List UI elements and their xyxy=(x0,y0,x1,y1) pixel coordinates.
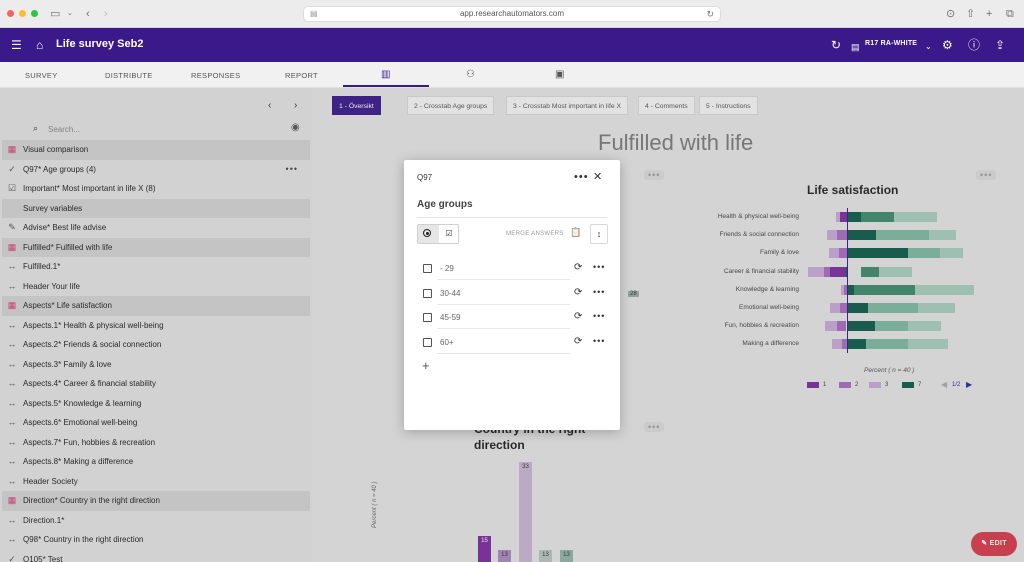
survey-title: Life survey Seb2 xyxy=(56,38,144,50)
help-icon[interactable]: ⓘ xyxy=(968,37,980,53)
browser-toolbar: ▭ ⌄ ‹ › ▤ app.researchautomators.com ↻ ⊙… xyxy=(0,0,1024,28)
back-arrow-icon[interactable]: ‹ xyxy=(86,7,90,21)
main-tabs: SURVEY DISTRIBUTE RESPONSES REPORT ▥ ⚇ ▣ xyxy=(0,62,1024,88)
input-underline xyxy=(437,303,570,305)
page-icon: ▤ xyxy=(310,9,318,18)
add-answer-button[interactable]: + xyxy=(422,358,430,373)
new-tab-icon[interactable]: + xyxy=(986,7,992,21)
input-underline xyxy=(437,279,570,280)
download-icon[interactable]: ⊙ xyxy=(946,7,955,21)
answer-input[interactable]: - 29 xyxy=(440,264,454,273)
sort-icon[interactable]: ↕ xyxy=(590,224,608,244)
forward-arrow-icon[interactable]: › xyxy=(104,7,108,21)
more-options-icon[interactable]: ••• xyxy=(593,287,605,297)
answer-input[interactable]: 45-59 xyxy=(440,313,460,322)
question-modal: Q97 ••• ✕ Age groups ☑ MERGE ANSWERS 📋 ↕… xyxy=(404,160,620,430)
tab-responses[interactable]: RESPONSES xyxy=(191,71,240,80)
report-selector[interactable]: R17 RA-WHITE xyxy=(865,40,917,47)
more-options-icon[interactable]: ••• xyxy=(574,171,589,183)
tab-survey[interactable]: SURVEY xyxy=(25,71,58,80)
chart-icon[interactable]: ▥ xyxy=(381,69,390,80)
address-bar[interactable]: ▤ app.researchautomators.com ↻ xyxy=(303,6,721,22)
multi-choice-button[interactable]: ☑ xyxy=(439,225,459,243)
tab-distribute[interactable]: DISTRIBUTE xyxy=(105,71,153,80)
report-icon: ▤ xyxy=(851,42,860,52)
divider xyxy=(417,217,607,218)
active-tab-indicator xyxy=(343,85,429,87)
answer-mode-toggle: ☑ xyxy=(417,224,459,244)
answer-row: 45-59 ⟳ ••• xyxy=(423,306,608,330)
reload-icon[interactable]: ↻ xyxy=(706,7,714,21)
zoom-window-button[interactable] xyxy=(31,10,38,17)
tab-report[interactable]: REPORT xyxy=(285,71,318,80)
minimize-window-button[interactable] xyxy=(19,10,26,17)
app-header: ☰ ⌂ Life survey Seb2 ↻ ▤ R17 RA-WHITE ⌄ … xyxy=(0,28,1024,62)
refresh-icon[interactable]: ↻ xyxy=(831,37,841,53)
url-text: app.researchautomators.com xyxy=(459,9,565,18)
answer-checkbox[interactable] xyxy=(423,288,432,298)
input-underline xyxy=(437,352,570,354)
single-choice-button[interactable] xyxy=(418,225,439,243)
answer-row: 30-44 ⟳ ••• xyxy=(423,282,608,306)
input-underline xyxy=(437,328,570,329)
answer-input[interactable]: 30-44 xyxy=(440,289,460,298)
answer-checkbox[interactable] xyxy=(423,264,432,273)
answer-row: - 29 ⟳ ••• xyxy=(423,257,608,281)
more-options-icon[interactable]: ••• xyxy=(593,336,605,346)
folder-icon[interactable]: ▣ xyxy=(555,69,564,80)
answer-checkbox[interactable] xyxy=(423,337,432,347)
modal-title: Age groups xyxy=(417,199,473,210)
more-options-icon[interactable]: ••• xyxy=(593,262,605,272)
answer-row: 60+ ⟳ ••• xyxy=(423,331,608,355)
gear-icon[interactable]: ⚙ xyxy=(942,37,953,53)
export-icon[interactable]: ⇪ xyxy=(995,37,1005,53)
clipboard-icon[interactable]: 📋 xyxy=(570,227,581,238)
recode-icon[interactable]: ⟳ xyxy=(574,311,582,322)
close-window-button[interactable] xyxy=(7,10,14,17)
home-icon[interactable]: ⌂ xyxy=(36,37,43,53)
tab-overview-icon[interactable]: ⧉ xyxy=(1006,7,1014,21)
sidebar-toggle-icon[interactable]: ▭ xyxy=(50,7,60,21)
question-id: Q97 xyxy=(417,173,433,182)
answer-input[interactable]: 60+ xyxy=(440,338,454,347)
people-icon[interactable]: ⚇ xyxy=(466,69,475,80)
share-icon[interactable]: ⇧ xyxy=(966,7,975,21)
close-icon[interactable]: ✕ xyxy=(593,170,602,183)
merge-answers-button[interactable]: MERGE ANSWERS xyxy=(506,231,564,237)
recode-icon[interactable]: ⟳ xyxy=(574,287,582,298)
chevron-down-icon[interactable]: ⌄ xyxy=(67,7,73,21)
chevron-down-icon[interactable]: ⌄ xyxy=(925,39,932,55)
answer-checkbox[interactable] xyxy=(423,313,432,322)
more-options-icon[interactable]: ••• xyxy=(593,311,605,321)
recode-icon[interactable]: ⟳ xyxy=(574,262,582,273)
recode-icon[interactable]: ⟳ xyxy=(574,336,582,347)
menu-icon[interactable]: ☰ xyxy=(11,37,22,53)
